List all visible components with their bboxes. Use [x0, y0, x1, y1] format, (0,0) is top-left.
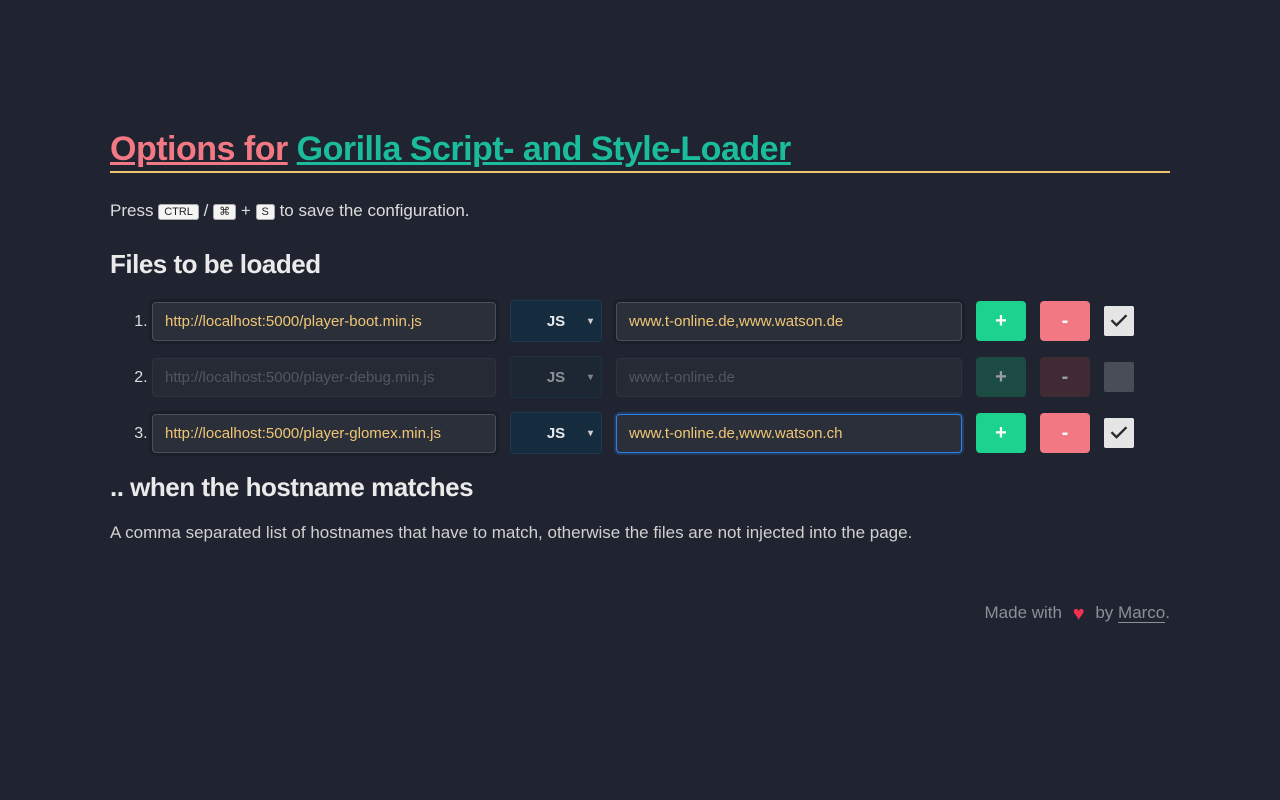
file-url-input[interactable] — [152, 302, 496, 341]
chevron-down-icon: ▾ — [588, 372, 593, 383]
hostname-input[interactable] — [616, 302, 962, 341]
file-type-select[interactable]: JS▾ — [510, 412, 602, 454]
chevron-down-icon: ▾ — [588, 316, 593, 327]
save-instructions: Press CTRL / ⌘ + S to save the configura… — [110, 201, 1170, 221]
remove-row-button[interactable]: - — [1040, 301, 1090, 341]
title-part-1: Options for — [110, 130, 288, 168]
heart-icon: ♥ — [1067, 603, 1091, 625]
hostname-input[interactable] — [616, 414, 962, 453]
kbd-cmd: ⌘ — [213, 204, 236, 220]
enable-checkbox[interactable] — [1104, 362, 1134, 392]
file-row: JS▾ +- — [152, 300, 1170, 342]
file-type-select[interactable]: JS▾ — [510, 356, 602, 398]
hostname-description: A comma separated list of hostnames that… — [110, 523, 1170, 543]
file-type-select[interactable]: JS▾ — [510, 300, 602, 342]
file-url-input[interactable] — [152, 414, 496, 453]
author-link[interactable]: Marco — [1118, 603, 1165, 623]
page-title: Options for Gorilla Script- and Style-Lo… — [110, 130, 1170, 173]
files-heading: Files to be loaded — [110, 249, 1170, 280]
hostname-input[interactable] — [616, 358, 962, 397]
remove-row-button[interactable]: - — [1040, 413, 1090, 453]
file-row: JS▾ +- — [152, 412, 1170, 454]
add-row-button[interactable]: + — [976, 357, 1026, 397]
check-icon — [1109, 423, 1129, 443]
file-url-input[interactable] — [152, 358, 496, 397]
add-row-button[interactable]: + — [976, 413, 1026, 453]
enable-checkbox[interactable] — [1104, 418, 1134, 448]
check-icon — [1109, 311, 1129, 331]
footer: Made with ♥ by Marco. — [110, 603, 1170, 626]
remove-row-button[interactable]: - — [1040, 357, 1090, 397]
hostname-heading: .. when the hostname matches — [110, 472, 1170, 503]
title-part-2: Gorilla Script- and Style-Loader — [297, 130, 791, 168]
kbd-s: S — [256, 204, 275, 220]
files-list: JS▾+-JS▾+-JS▾+- — [110, 300, 1170, 454]
kbd-ctrl: CTRL — [158, 204, 199, 220]
add-row-button[interactable]: + — [976, 301, 1026, 341]
enable-checkbox[interactable] — [1104, 306, 1134, 336]
file-row: JS▾ +- — [152, 356, 1170, 398]
chevron-down-icon: ▾ — [588, 428, 593, 439]
